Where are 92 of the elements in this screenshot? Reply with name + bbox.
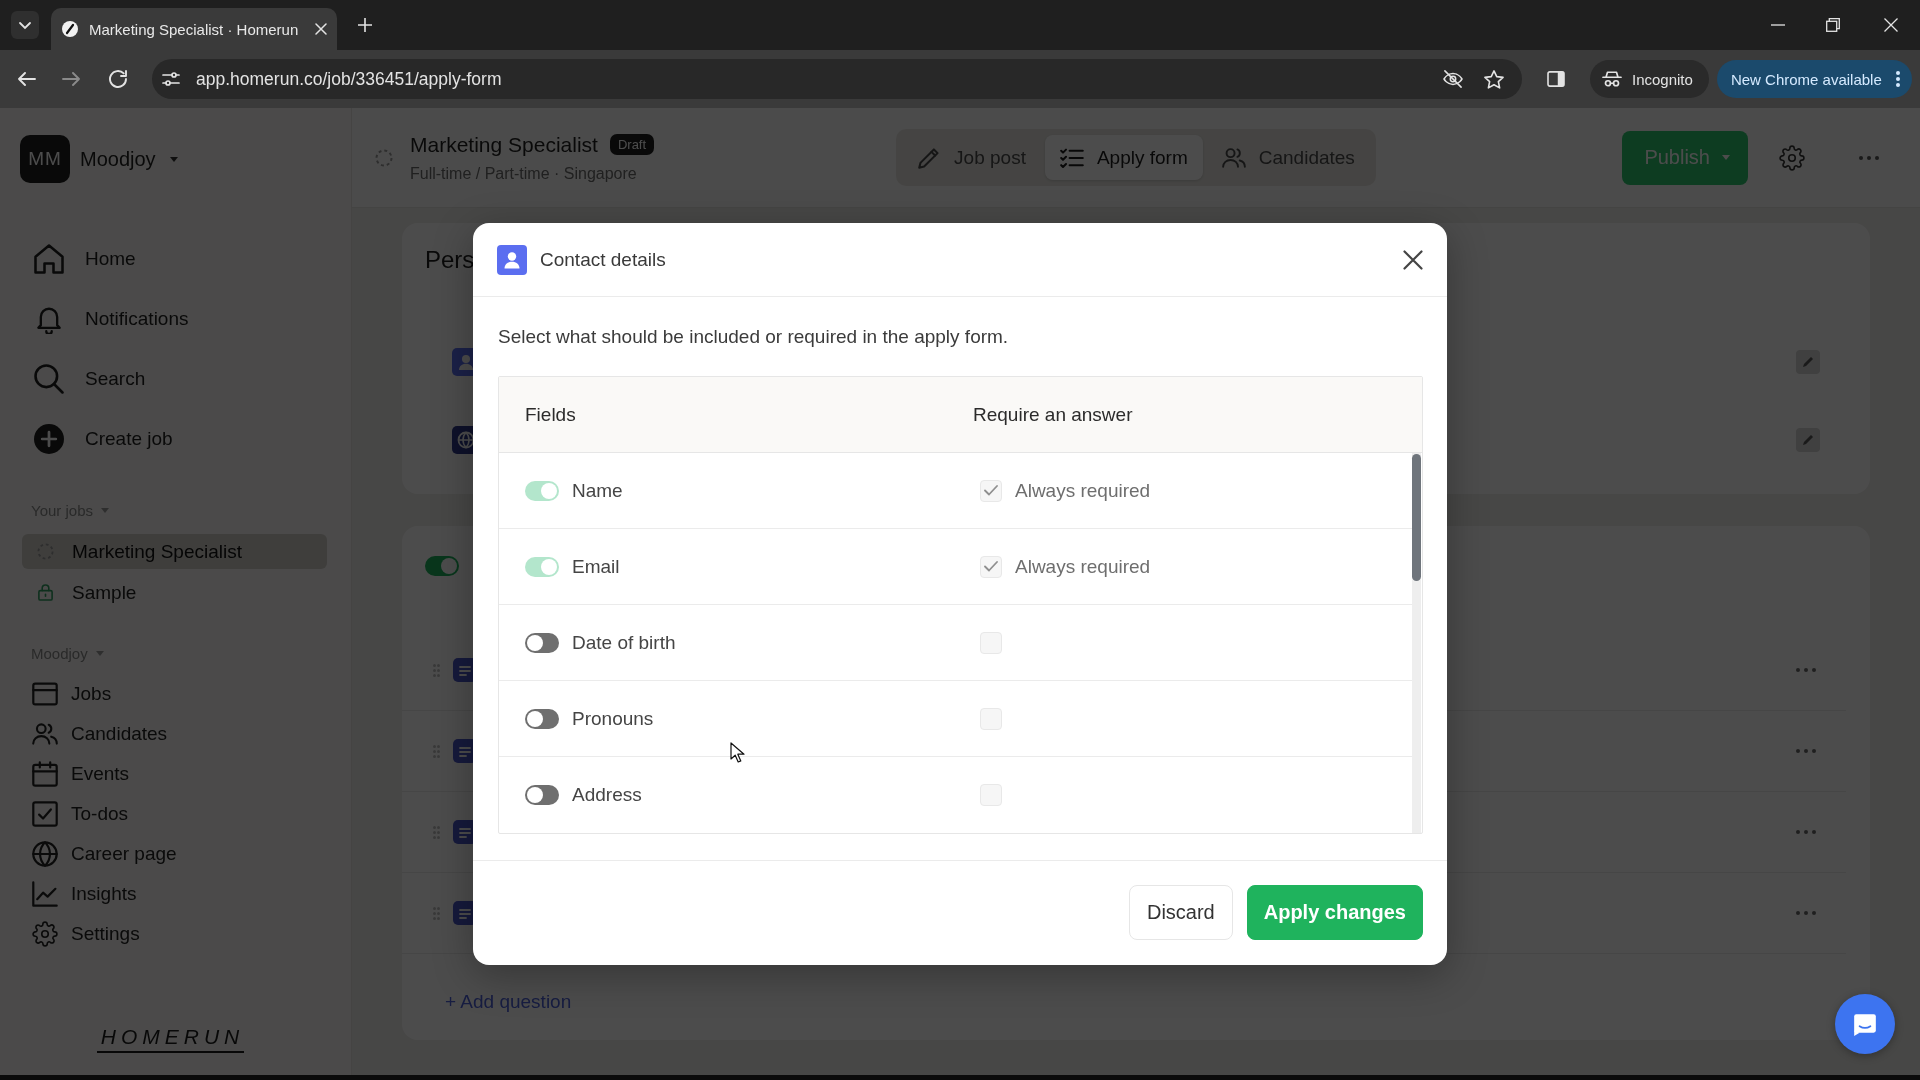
toggle-switch[interactable] [525,708,559,729]
caret-icon [101,508,109,513]
new-tab-icon[interactable] [358,18,372,32]
dashed-circle-icon [375,148,393,167]
window-icon [32,681,58,707]
settings-icon[interactable] [1779,144,1805,171]
people-icon [32,721,58,747]
people-icon [1221,146,1246,169]
lock-icon [37,584,54,601]
edit-icon[interactable] [1796,350,1820,374]
status-badge: Draft [609,134,655,155]
caret-icon [95,651,104,656]
requirement-note: Always required [1015,555,1151,578]
more-icon[interactable] [1796,830,1816,834]
job-item[interactable]: Marketing Specialist [22,534,327,569]
nav-item[interactable]: To-dos [32,798,129,830]
toggle-switch[interactable] [525,632,559,653]
search-icon [34,364,64,394]
toggle-switch[interactable] [525,480,559,501]
side-panel-icon[interactable] [1547,71,1565,87]
requirement-note: Always required [1015,479,1151,502]
back-arrow-icon[interactable] [18,72,36,86]
nav-item[interactable]: Search [34,357,146,401]
caret-icon [1722,155,1730,160]
url-text: app.homerun.co/job/336451/apply-form [196,68,502,90]
incognito-icon [1602,71,1622,87]
nav-item[interactable]: Insights [32,878,137,910]
eye-off-icon[interactable] [1443,70,1463,88]
workspace-switcher[interactable]: Moodjoy [80,147,178,171]
nav-item[interactable]: Home [34,237,136,281]
field-label: Date of birth [572,631,676,654]
more-icon[interactable] [1796,749,1816,753]
edit-icon[interactable] [1796,428,1820,452]
toggle-switch[interactable] [425,556,459,576]
discard-button[interactable]: Discard [1128,885,1233,940]
nav-item[interactable]: Career page [32,838,177,870]
star-icon[interactable] [1484,69,1504,89]
checked-box-icon [32,801,58,827]
calendar-icon [32,761,58,787]
reload-icon[interactable] [109,70,127,88]
incognito-chip[interactable]: Incognito [1590,60,1709,98]
kebab-menu-icon[interactable] [1895,71,1900,87]
checkmark-icon [984,485,998,496]
homerun-logo: HOMERUN [96,1025,245,1053]
checkmark-icon [984,561,998,572]
toggle-switch[interactable] [525,785,559,805]
modal-description: Select what should be included or required in the apply form. [498,325,1009,349]
home-icon [34,244,64,274]
close-icon[interactable] [1403,249,1423,270]
nav-item[interactable]: Settings [32,918,140,950]
nav-item[interactable]: Events [32,758,130,790]
job-item[interactable]: Sample [22,575,327,610]
restore-icon[interactable] [1826,18,1840,32]
cursor-icon [730,742,745,763]
site-favicon-icon [62,21,78,37]
globe-icon [32,841,58,867]
tab-list-button[interactable] [11,11,39,39]
update-chrome-button[interactable]: New Chrome available [1716,60,1912,98]
column-header: Require an answer [973,403,1133,426]
forward-arrow-icon[interactable] [62,72,80,86]
address-bar[interactable]: app.homerun.co/job/336451/apply-form [152,59,1522,99]
nav-item[interactable]: Jobs [32,678,112,710]
more-icon[interactable] [1796,911,1816,915]
field-label: Email [572,555,620,578]
job-title: Marketing Specialist [410,132,598,157]
checklist-icon [1059,146,1084,169]
line-chart-icon [32,881,58,907]
tune-icon[interactable] [162,72,180,86]
nav-item[interactable]: Candidates [32,718,168,750]
apply-changes-button[interactable]: Apply changes [1246,885,1423,940]
browser-tab[interactable]: Marketing Specialist · Homerun [51,8,337,50]
toggle-switch[interactable] [525,556,559,577]
workspace-avatar: MM [20,135,70,183]
checkbox[interactable] [980,479,1002,502]
nav-item[interactable]: Create job [34,417,173,461]
caret-icon [169,156,178,162]
tab[interactable]: Apply form [1044,135,1203,180]
settings-icon [32,921,58,947]
scrollbar-thumb[interactable] [1412,454,1421,581]
plus-circle-icon [34,424,64,454]
field-label: Name [572,479,623,502]
field-label: Address [572,784,642,806]
more-icon[interactable] [1859,155,1879,160]
modal-title: Contact details [540,248,666,271]
column-header: Fields [525,403,576,426]
checkbox[interactable] [980,555,1002,578]
more-icon[interactable] [1796,668,1816,672]
person-icon [497,244,527,275]
section-title: Pers [425,246,475,274]
field-label: Pronouns [572,707,654,730]
chat-bubble-icon [1852,1011,1878,1037]
nav-item[interactable]: Notifications [34,297,189,341]
